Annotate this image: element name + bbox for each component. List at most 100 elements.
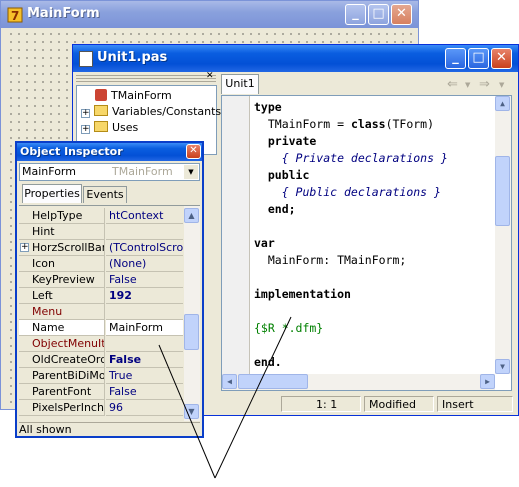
property-row[interactable]: PixelsPerInch 96 (19, 400, 183, 416)
code-line[interactable]: private (254, 133, 316, 150)
property-value[interactable]: 96 (106, 400, 183, 416)
code-line[interactable]: TMainForm = class(TForm) (254, 116, 434, 133)
tree-root-label: TMainForm (111, 89, 172, 102)
vertical-scrollbar[interactable]: ▲ ▼ (495, 96, 511, 374)
property-value[interactable]: (None) (106, 256, 183, 272)
code-line[interactable]: { Public declarations } (254, 184, 441, 201)
scroll-down-button[interactable]: ▼ (184, 404, 199, 419)
tab-label: Events (86, 188, 124, 201)
maximize-button[interactable]: □ (368, 4, 389, 25)
property-row[interactable]: KeyPreview False (19, 272, 183, 288)
explorer-header[interactable] (76, 73, 216, 83)
property-name: HelpType (19, 208, 105, 224)
editor-statusbar: 1: 1 Modified Insert (221, 395, 514, 414)
close-button[interactable]: ✕ (186, 144, 201, 159)
property-name: ObjectMenuItem (19, 336, 105, 352)
code-line[interactable]: type (254, 99, 282, 116)
forward-arrow-icon[interactable]: ⇒ (479, 77, 490, 92)
property-row[interactable]: ParentBiDiModeTrue (19, 368, 183, 384)
code-line[interactable]: public (254, 167, 310, 184)
property-row[interactable]: Icon (None) (19, 256, 183, 272)
tree-item-label: Uses (112, 121, 139, 134)
property-rows[interactable]: HelpType htContext Hint HorzScrollBar + (TCon… (19, 208, 183, 420)
property-row[interactable]: Left 192 (19, 288, 183, 304)
property-name: ParentFont (19, 384, 105, 400)
property-row[interactable]: Name MainForm (19, 320, 183, 336)
code-line[interactable]: implementation (254, 286, 351, 303)
dropdown-icon[interactable]: ▼ (465, 81, 470, 89)
back-arrow-icon[interactable]: ⇐ (447, 77, 458, 92)
dropdown-icon[interactable]: ▼ (499, 81, 504, 89)
tab-label: Properties (24, 187, 80, 200)
maximize-icon: □ (372, 6, 385, 21)
tab-unit1[interactable]: Unit1 (221, 74, 259, 94)
tree-item-variables[interactable]: + Variables/Constants (81, 104, 221, 120)
maximize-button[interactable]: □ (468, 48, 489, 69)
property-name: Icon (19, 256, 105, 272)
code-line[interactable]: {$R *.dfm} (254, 320, 323, 337)
property-row[interactable]: Hint (19, 224, 183, 240)
tree-item-uses[interactable]: + Uses (81, 120, 138, 136)
minimize-button[interactable]: _ (445, 48, 466, 69)
tab-properties[interactable]: Properties (22, 184, 82, 203)
property-row[interactable]: Menu (19, 304, 183, 320)
property-value[interactable]: htContext (106, 208, 183, 224)
code-text[interactable]: type TMainForm = class(TForm) private { … (250, 99, 494, 373)
scroll-thumb[interactable] (238, 374, 308, 389)
property-value[interactable]: True (106, 368, 183, 384)
property-value[interactable]: False (106, 272, 183, 288)
minimize-icon: _ (352, 6, 359, 21)
status-mode: Insert (437, 396, 513, 412)
code-line[interactable]: end. (254, 354, 282, 371)
code-line[interactable]: { Private declarations } (254, 150, 448, 167)
code-line[interactable]: MainForm: TMainForm; (254, 252, 406, 269)
tree-root[interactable]: TMainForm (95, 88, 172, 104)
dropdown-icon[interactable]: ▼ (184, 165, 198, 179)
scroll-right-button[interactable]: ▶ (480, 374, 495, 389)
close-button[interactable]: ✕ (491, 48, 512, 69)
horizontal-scrollbar[interactable]: ◀ ▶ (222, 374, 495, 390)
selected-object: MainForm (22, 165, 76, 178)
property-row[interactable]: ParentFont False (19, 384, 183, 400)
property-value[interactable] (106, 224, 183, 240)
code-editor[interactable]: type TMainForm = class(TForm) private { … (221, 95, 512, 391)
expand-icon[interactable]: + (81, 109, 90, 118)
close-button[interactable]: ✕ (391, 4, 412, 25)
property-row[interactable]: HorzScrollBar+ (TControlScrollB (19, 240, 183, 256)
property-value[interactable]: 192 (106, 288, 183, 304)
status-position: 1: 1 (281, 396, 361, 412)
document-icon (79, 51, 93, 67)
property-value[interactable]: MainForm (106, 320, 183, 336)
vertical-scrollbar[interactable]: ▲ ▼ (184, 206, 200, 421)
scroll-left-button[interactable]: ◀ (222, 374, 237, 389)
oi-title: Object Inspector (20, 145, 123, 158)
mainform-title: MainForm (27, 6, 100, 21)
minimize-button[interactable]: _ (345, 4, 366, 25)
property-value[interactable] (106, 336, 183, 352)
code-line[interactable]: end; (254, 201, 296, 218)
expand-icon[interactable]: + (20, 243, 29, 252)
selected-type: TMainForm (112, 165, 173, 178)
tab-events[interactable]: Events (83, 186, 127, 203)
editor-gutter[interactable] (222, 96, 250, 390)
property-value[interactable]: (TControlScrollB (106, 240, 183, 256)
property-row[interactable]: HelpType htContext (19, 208, 183, 224)
scroll-thumb[interactable] (495, 156, 510, 226)
property-value[interactable]: False (106, 352, 183, 368)
property-grid[interactable]: HelpType htContext Hint HorzScrollBar + (TCon… (19, 205, 200, 421)
property-value[interactable] (106, 304, 183, 320)
property-name: ParentBiDiMode (19, 368, 105, 384)
property-value[interactable]: False (106, 384, 183, 400)
scroll-thumb[interactable] (184, 314, 199, 350)
expand-icon[interactable]: + (81, 125, 90, 134)
explorer-close-icon[interactable]: ✕ (206, 71, 214, 81)
scroll-up-button[interactable]: ▲ (184, 208, 199, 223)
object-inspector-window[interactable]: Object Inspector ✕ MainForm TMainForm ▼ … (15, 141, 204, 438)
object-selector[interactable]: MainForm TMainForm ▼ (19, 163, 200, 181)
code-line[interactable]: var (254, 235, 275, 252)
property-name: OldCreateOrder (19, 352, 105, 368)
property-row[interactable]: ObjectMenuItem (19, 336, 183, 352)
scroll-down-button[interactable]: ▼ (495, 359, 510, 374)
property-row[interactable]: OldCreateOrderFalse (19, 352, 183, 368)
scroll-up-button[interactable]: ▲ (495, 96, 510, 111)
